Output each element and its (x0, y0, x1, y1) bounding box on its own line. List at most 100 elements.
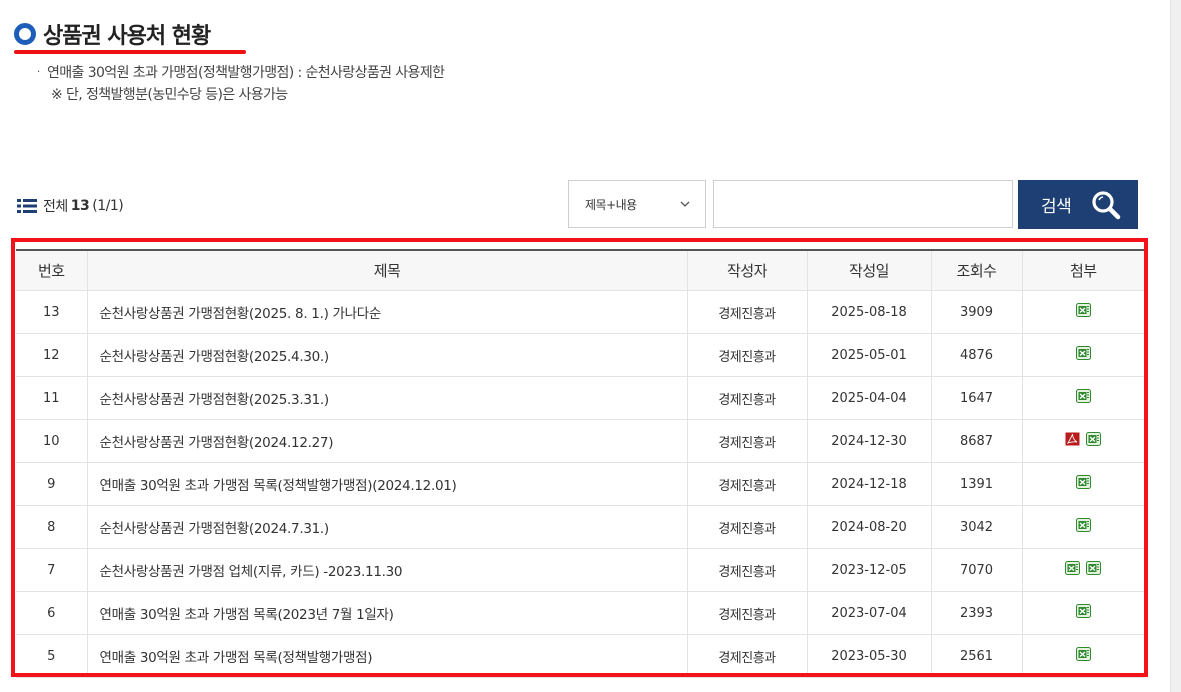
row-views: 7070 (930, 548, 1023, 592)
header-date: 작성일 (806, 249, 932, 291)
row-title-link[interactable]: 연매출 30억원 초과 가맹점 목록(2023년 7월 1일자) (86, 591, 688, 635)
row-attachments (1021, 376, 1144, 420)
row-title-link[interactable]: 순천사랑상품권 가맹점현황(2025.3.31.) (86, 376, 688, 420)
row-title-link[interactable]: 순천사랑상품권 가맹점 업체(지류, 카드) -2023.11.30 (86, 548, 688, 592)
row-number: 7 (16, 548, 88, 592)
row-attachments (1021, 419, 1144, 463)
row-date: 2024-12-30 (806, 419, 932, 463)
header-title: 제목 (86, 249, 688, 291)
row-views: 2561 (930, 634, 1023, 678)
table-row[interactable]: 10 순천사랑상품권 가맹점현황(2024.12.27) 경제진흥과 2024-12-… (16, 419, 1144, 463)
table-row[interactable]: 9 연매출 30억원 초과 가맹점 목록(정책발행가맹점)(2024.12.01)… (16, 462, 1144, 506)
header-attachment: 첨부 (1021, 249, 1144, 291)
row-views: 8687 (930, 419, 1023, 463)
row-number: 12 (16, 333, 88, 377)
row-number: 9 (16, 462, 88, 506)
search-button-label: 검색 (1041, 197, 1072, 217)
table-row[interactable]: 6 연매출 30억원 초과 가맹점 목록(2023년 7월 1일자) 경제진흥과 20… (16, 591, 1144, 635)
row-author: 경제진흥과 (686, 505, 808, 549)
row-views: 2393 (930, 591, 1023, 635)
row-title-link[interactable]: 순천사랑상품권 가맹점현황(2025.4.30.) (86, 333, 688, 377)
page-scrollbar[interactable] (1170, 0, 1181, 692)
row-author: 경제진흥과 (686, 462, 808, 506)
row-attachments (1021, 591, 1144, 635)
row-attachments (1021, 290, 1144, 334)
row-date: 2023-07-04 (806, 591, 932, 635)
row-author: 경제진흥과 (686, 634, 808, 678)
row-title-link[interactable]: 순천사랑상품권 가맹점현황(2024.7.31.) (86, 505, 688, 549)
excel-icon[interactable] (1075, 604, 1091, 622)
row-date: 2023-05-30 (806, 634, 932, 678)
row-attachments (1021, 333, 1144, 377)
row-date: 2024-12-18 (806, 462, 932, 506)
notice-text: · 연매출 30억원 초과 가맹점(정책발행가맹점) : 순천사랑상품권 사용제한… (37, 62, 445, 106)
row-number: 11 (16, 376, 88, 420)
notice-line: ※ 단, 정책발행분(농민수당 등)은 사용가능 (51, 87, 288, 103)
search-icon (1092, 191, 1121, 220)
excel-icon[interactable] (1075, 475, 1091, 493)
row-attachments (1021, 548, 1144, 592)
row-date: 2023-12-05 (806, 548, 932, 592)
row-author: 경제진흥과 (686, 376, 808, 420)
search-option-select[interactable]: 제목+내용 (568, 180, 706, 228)
excel-icon[interactable] (1086, 561, 1102, 579)
row-date: 2025-04-04 (806, 376, 932, 420)
page-indicator: (1/1) (92, 198, 124, 214)
header-author: 작성자 (686, 249, 808, 291)
excel-icon[interactable] (1075, 346, 1091, 364)
board-table: 번호 제목 작성자 작성일 조회수 첨부 13 순천사랑상품권 가맹점현황(202… (16, 249, 1144, 678)
excel-icon[interactable] (1075, 647, 1091, 665)
excel-icon[interactable] (1075, 303, 1091, 321)
row-views: 3042 (930, 505, 1023, 549)
table-row[interactable]: 13 순천사랑상품권 가맹점현황(2025. 8. 1.) 가나다순 경제진흥과 20… (16, 290, 1144, 334)
total-count: 전체 13 (1/1) (17, 196, 124, 216)
row-attachments (1021, 505, 1144, 549)
pdf-icon[interactable] (1065, 432, 1080, 450)
search-button[interactable]: 검색 (1018, 180, 1138, 229)
row-number: 5 (16, 634, 88, 678)
table-header-row: 번호 제목 작성자 작성일 조회수 첨부 (16, 249, 1144, 291)
excel-icon[interactable] (1086, 432, 1102, 450)
row-views: 1647 (930, 376, 1023, 420)
row-date: 2024-08-20 (806, 505, 932, 549)
chevron-down-icon (680, 201, 690, 207)
board-table-container: 번호 제목 작성자 작성일 조회수 첨부 13 순천사랑상품권 가맹점현황(202… (15, 246, 1144, 692)
row-title-link[interactable]: 순천사랑상품권 가맹점현황(2024.12.27) (86, 419, 688, 463)
table-row[interactable]: 12 순천사랑상품권 가맹점현황(2025.4.30.) 경제진흥과 2025-05-… (16, 333, 1144, 377)
row-author: 경제진흥과 (686, 290, 808, 334)
table-row[interactable]: 7 순천사랑상품권 가맹점 업체(지류, 카드) -2023.11.30 경제진흥과… (16, 548, 1144, 592)
row-author: 경제진흥과 (686, 548, 808, 592)
excel-icon[interactable] (1065, 561, 1081, 579)
row-number: 10 (16, 419, 88, 463)
row-number: 8 (16, 505, 88, 549)
search-input[interactable] (713, 180, 1013, 228)
row-number: 6 (16, 591, 88, 635)
row-author: 경제진흥과 (686, 591, 808, 635)
header-number: 번호 (16, 249, 88, 291)
row-attachments (1021, 462, 1144, 506)
row-attachments (1021, 634, 1144, 678)
table-row[interactable]: 8 순천사랑상품권 가맹점현황(2024.7.31.) 경제진흥과 2024-08-2… (16, 505, 1144, 549)
total-number: 13 (70, 198, 90, 214)
total-label: 전체 (43, 199, 68, 215)
row-author: 경제진흥과 (686, 419, 808, 463)
header-views: 조회수 (930, 249, 1023, 291)
row-title-link[interactable]: 연매출 30억원 초과 가맹점 목록(정책발행가맹점)(2024.12.01) (86, 462, 688, 506)
title-underline (14, 50, 246, 54)
row-date: 2025-08-18 (806, 290, 932, 334)
row-title-link[interactable]: 순천사랑상품권 가맹점현황(2025. 8. 1.) 가나다순 (86, 290, 688, 334)
row-views: 3909 (930, 290, 1023, 334)
notice-line: 연매출 30억원 초과 가맹점(정책발행가맹점) : 순천사랑상품권 사용제한 (47, 65, 445, 81)
row-views: 4876 (930, 333, 1023, 377)
dot-bullet-icon: · (37, 67, 40, 78)
table-row[interactable]: 5 연매출 30억원 초과 가맹점 목록(정책발행가맹점) 경제진흥과 2023-05… (16, 634, 1144, 678)
row-title-link[interactable]: 연매출 30억원 초과 가맹점 목록(정책발행가맹점) (86, 634, 688, 678)
table-row[interactable]: 11 순천사랑상품권 가맹점현황(2025.3.31.) 경제진흥과 2025-04-… (16, 376, 1144, 420)
row-author: 경제진흥과 (686, 333, 808, 377)
row-date: 2025-05-01 (806, 333, 932, 377)
row-views: 1391 (930, 462, 1023, 506)
excel-icon[interactable] (1075, 518, 1091, 536)
search-option-value: 제목+내용 (585, 197, 637, 212)
excel-icon[interactable] (1075, 389, 1091, 407)
page-header: 상품권 사용처 현황 (14, 18, 246, 54)
